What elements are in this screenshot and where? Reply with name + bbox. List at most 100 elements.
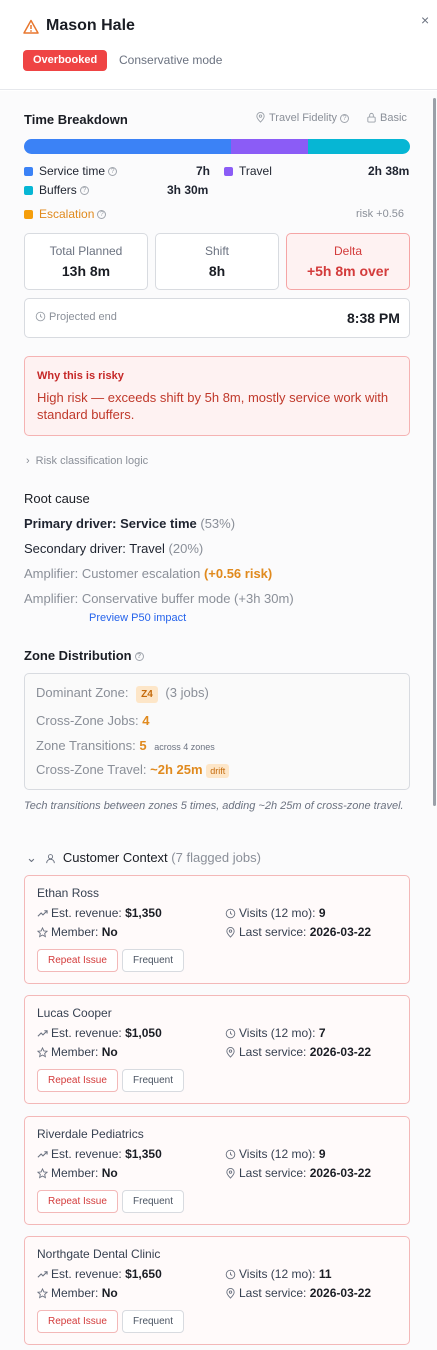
- travel-value: ~2h 25m: [150, 762, 203, 777]
- secondary-pct: (20%): [168, 541, 204, 556]
- clock-icon: [225, 1149, 236, 1160]
- cross-label: Cross-Zone Jobs:: [36, 713, 139, 728]
- repeat-issue-tag[interactable]: Repeat Issue: [37, 1310, 118, 1333]
- total-planned-card: Total Planned 13h 8m: [24, 233, 148, 290]
- frequent-tag[interactable]: Frequent: [122, 1310, 185, 1333]
- help-icon[interactable]: ?: [79, 186, 89, 196]
- amp1-label: Amplifier:: [24, 566, 79, 581]
- last-service-value: 2026-03-22: [309, 1045, 372, 1059]
- amp1-value: Customer escalation: [81, 566, 201, 581]
- dominant-zone: Dominant Zone: Z4 (3 jobs): [36, 685, 209, 703]
- legend-escalation: Escalation?: [24, 207, 107, 221]
- legend-buffers: Buffers?: [24, 183, 89, 197]
- last-service-label: Last service:: [239, 1286, 307, 1300]
- buffers-value: 3h 30m: [167, 183, 209, 197]
- last-service-value: 2026-03-22: [309, 925, 372, 939]
- risk-callout: Why this is risky High risk — exceeds sh…: [24, 356, 410, 436]
- revenue-value: $1,350: [125, 1147, 162, 1161]
- est-revenue: Est. revenue: $1,350: [37, 906, 162, 920]
- shift-card: Shift 8h: [155, 233, 279, 290]
- visits-value: 7: [318, 1026, 326, 1040]
- scrollbar[interactable]: [433, 98, 436, 806]
- risk-logic-toggle[interactable]: › Risk classification logic: [26, 455, 148, 467]
- star-icon: [37, 1047, 48, 1058]
- last-service-label: Last service:: [239, 1045, 307, 1059]
- primary-value: Service time: [120, 516, 197, 531]
- user-icon: [46, 854, 55, 864]
- help-icon[interactable]: ?: [340, 113, 350, 123]
- customer-card[interactable]: Ethan Ross Est. revenue: $1,350 Visits (…: [24, 875, 410, 984]
- zone-note: Tech transitions between zones 5 times, …: [24, 800, 404, 812]
- trans-note: across 4 zones: [154, 742, 215, 752]
- customer-card[interactable]: Riverdale Pediatrics Est. revenue: $1,35…: [24, 1116, 410, 1225]
- primary-pct: (53%): [200, 516, 236, 531]
- time-breakdown-bar: [24, 139, 410, 154]
- travel-fidelity[interactable]: Travel Fidelity?: [255, 112, 350, 124]
- last-service-value: 2026-03-22: [309, 1166, 372, 1180]
- trending-up-icon: [37, 910, 48, 917]
- escalation-risk: risk +0.56: [356, 208, 404, 220]
- overbooked-badge: Overbooked: [23, 50, 108, 71]
- primary-driver: Primary driver: Service time (53%): [24, 516, 235, 531]
- service-value: 7h: [196, 164, 211, 178]
- secondary-driver: Secondary driver: Travel (20%): [24, 541, 203, 556]
- trans-label: Zone Transitions:: [36, 738, 136, 753]
- dominant-label: Dominant Zone:: [36, 685, 129, 700]
- travel-swatch: [224, 167, 233, 176]
- frequent-tag[interactable]: Frequent: [122, 1069, 185, 1092]
- help-icon[interactable]: ?: [134, 652, 144, 662]
- last-service-label: Last service:: [239, 1166, 307, 1180]
- last-service: Last service: 2026-03-22: [225, 925, 371, 939]
- frequent-tag[interactable]: Frequent: [122, 1190, 185, 1213]
- member: Member: No: [37, 1286, 118, 1300]
- frequent-tag[interactable]: Frequent: [122, 949, 185, 972]
- risk-text: High risk — exceeds shift by 5h 8m, most…: [37, 390, 389, 422]
- total-planned-label: Total Planned: [49, 244, 123, 258]
- location-pin-icon: [226, 1047, 235, 1058]
- trending-up-icon: [37, 1030, 48, 1037]
- warning-icon: [23, 19, 39, 34]
- preview-p50-link[interactable]: Preview P50 impact: [89, 612, 186, 624]
- panel-header: Mason Hale × Overbooked Conservative mod…: [0, 0, 437, 90]
- amplifier-buffer: Amplifier: Conservative buffer mode (+3h…: [24, 591, 294, 606]
- projected-end-label: Projected end: [49, 311, 117, 323]
- technician-name: Mason Hale: [46, 17, 135, 34]
- last-service-label: Last service:: [239, 925, 307, 939]
- member-value: No: [101, 1166, 118, 1180]
- member-value: No: [101, 925, 118, 939]
- revenue-label: Est. revenue:: [51, 1267, 122, 1281]
- travel-label: Cross-Zone Travel:: [36, 762, 147, 777]
- fidelity-value: Basic: [380, 112, 407, 124]
- visits-label: Visits (12 mo):: [239, 1147, 316, 1161]
- projected-end-value: 8:38 PM: [347, 310, 400, 326]
- visits: Visits (12 mo): 7: [225, 1026, 326, 1040]
- close-icon[interactable]: ×: [421, 12, 429, 28]
- repeat-issue-tag[interactable]: Repeat Issue: [37, 1190, 118, 1213]
- member-value: No: [101, 1286, 118, 1300]
- risk-title: Why this is risky: [37, 370, 124, 382]
- service-segment: [24, 139, 231, 154]
- lock-icon: [367, 112, 376, 123]
- last-service: Last service: 2026-03-22: [225, 1286, 371, 1300]
- travel-segment: [230, 139, 308, 154]
- repeat-issue-tag[interactable]: Repeat Issue: [37, 949, 118, 972]
- service-swatch: [24, 167, 33, 176]
- customer-context-toggle[interactable]: ⌄ Customer Context (7 flagged jobs): [26, 850, 261, 866]
- zone-transitions: Zone Transitions: 5 across 4 zones: [36, 738, 215, 753]
- root-cause-title: Root cause: [24, 491, 90, 506]
- clock-icon: [225, 1028, 236, 1039]
- help-icon[interactable]: ?: [108, 167, 118, 177]
- delta-label: Delta: [333, 244, 362, 258]
- trans-value: 5: [139, 738, 147, 753]
- legend-escalation-label: Escalation: [39, 207, 95, 221]
- customer-card[interactable]: Lucas Cooper Est. revenue: $1,050 Visits…: [24, 995, 410, 1104]
- visits: Visits (12 mo): 9: [225, 906, 326, 920]
- customer-name: Lucas Cooper: [37, 1006, 112, 1020]
- travel-value: 2h 38m: [368, 164, 410, 178]
- risk-logic-label: Risk classification logic: [35, 455, 149, 467]
- visits-value: 9: [318, 1147, 326, 1161]
- customer-card[interactable]: Northgate Dental Clinic Est. revenue: $1…: [24, 1236, 410, 1345]
- legend-travel: Travel: [224, 164, 272, 178]
- help-icon[interactable]: ?: [97, 210, 107, 220]
- repeat-issue-tag[interactable]: Repeat Issue: [37, 1069, 118, 1092]
